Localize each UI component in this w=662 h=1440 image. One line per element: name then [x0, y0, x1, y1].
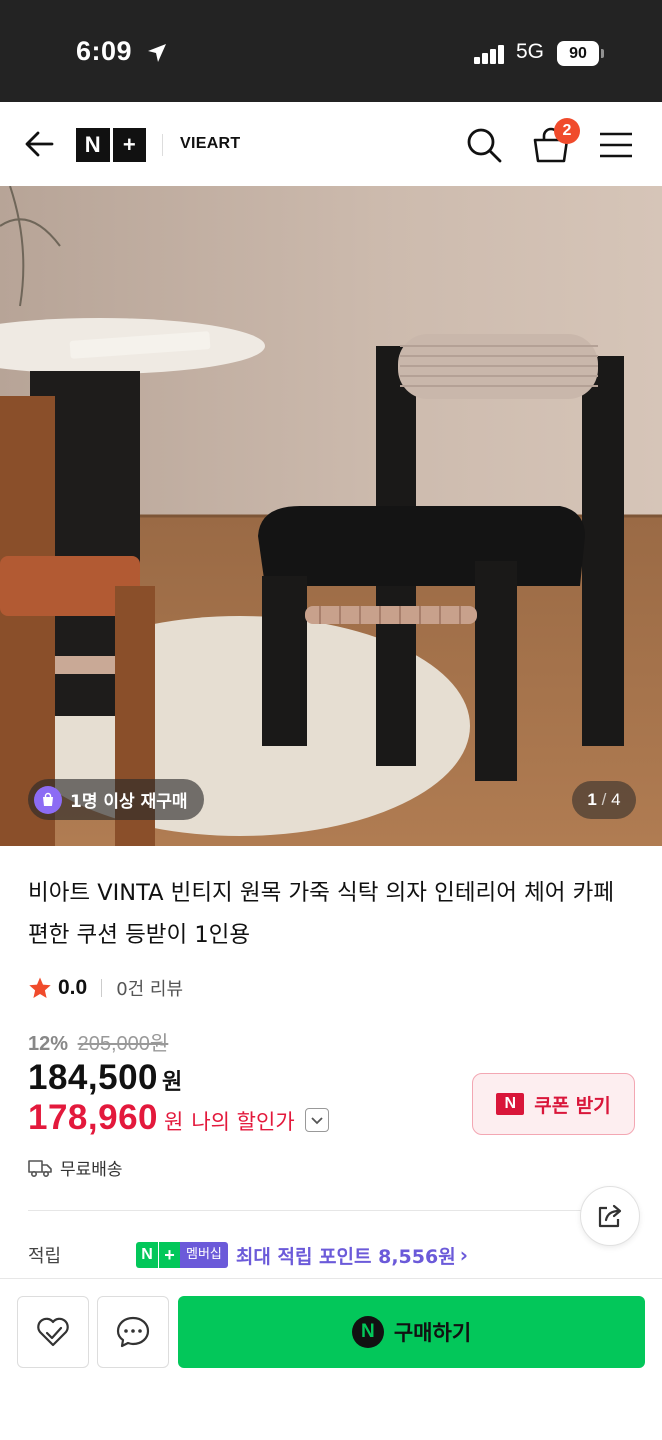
naver-n-icon: N: [496, 1093, 525, 1115]
location-arrow-icon: [148, 44, 166, 62]
wishlist-button[interactable]: [17, 1296, 89, 1368]
max-points-text: 최대 적립 포인트 8,556원: [235, 1245, 456, 1268]
logo-n: N: [84, 132, 101, 157]
membership-text: 멤버십: [180, 1242, 228, 1268]
image-counter-separator: /: [601, 790, 607, 809]
repurchase-text: 1명 이상 재구매: [70, 792, 188, 812]
status-bar: 6:09 5G 90: [0, 0, 662, 102]
star-icon: [29, 977, 51, 998]
naver-plus-logo[interactable]: N +: [76, 128, 146, 162]
image-current-index: 1: [587, 790, 597, 809]
battery-indicator: 90: [557, 41, 599, 66]
shipping-row: 무료배송: [28, 1155, 123, 1180]
points-row[interactable]: 적립 N + 멤버십 최대 적립 포인트 8,556원 ›: [28, 1240, 634, 1270]
product-title: 비아트 VINTA 빈티지 원목 가죽 식탁 의자 인테리어 체어 카페 편한 …: [28, 880, 615, 948]
product-image[interactable]: [0, 186, 662, 846]
membership-plus: +: [158, 1242, 180, 1268]
chat-bubble-icon: [116, 1316, 150, 1348]
header-separator: [162, 134, 163, 156]
status-time: 6:09: [76, 36, 133, 66]
naver-plus-membership-badge: N + 멤버십: [136, 1242, 228, 1268]
discount-row: 12% 205,000원: [28, 1027, 168, 1056]
app-header: N + VIEART: [0, 102, 662, 186]
share-button[interactable]: [580, 1186, 640, 1246]
sale-price: 184,500: [28, 1058, 159, 1097]
points-label: 적립: [28, 1246, 62, 1267]
back-arrow-icon[interactable]: [22, 126, 58, 162]
battery-cap: [601, 49, 604, 58]
rating-separator: [101, 979, 103, 997]
coupon-label: 쿠폰 받기: [534, 1094, 611, 1117]
talk-button[interactable]: [97, 1296, 169, 1368]
buy-button[interactable]: N 구매하기: [178, 1296, 645, 1368]
store-name[interactable]: VIEART: [180, 135, 240, 153]
price-unit: 원: [162, 1070, 183, 1095]
logo-plus: +: [122, 132, 136, 157]
member-price-row[interactable]: 178,960 원 나의 할인가: [28, 1098, 329, 1138]
member-price-unit: 원: [164, 1110, 184, 1134]
original-price: 205,000원: [77, 1033, 169, 1055]
image-total: 4: [611, 790, 621, 809]
chevron-down-icon[interactable]: [304, 1108, 329, 1132]
section-divider: [28, 1210, 634, 1211]
menu-icon[interactable]: [598, 130, 634, 160]
heart-check-icon: [37, 1317, 69, 1347]
buy-label: 구매하기: [393, 1321, 472, 1345]
membership-n: N: [136, 1242, 158, 1268]
shopping-bag-icon: [34, 785, 62, 814]
member-price-label: 나의 할인가: [191, 1110, 295, 1134]
naver-n-circle-icon: N: [351, 1316, 384, 1348]
coupon-button[interactable]: N 쿠폰 받기: [472, 1073, 635, 1135]
cellular-signal-icon: [474, 44, 506, 64]
cart-count-badge: 2: [554, 118, 580, 144]
bottom-action-bar: N 구매하기: [0, 1278, 662, 1440]
price-row: 184,500 원: [28, 1058, 182, 1098]
network-type: 5G: [516, 40, 545, 63]
image-counter: 1 / 4: [572, 781, 636, 819]
rating-value: 0.0: [58, 976, 88, 999]
search-icon[interactable]: [465, 126, 503, 164]
truck-icon: [28, 1159, 52, 1177]
chair-illustration: [0, 186, 662, 846]
member-price: 178,960: [28, 1098, 159, 1137]
repurchase-badge: 1명 이상 재구매: [28, 779, 204, 820]
shipping-text: 무료배송: [60, 1160, 123, 1180]
share-icon: [598, 1204, 622, 1228]
discount-rate: 12%: [28, 1033, 69, 1055]
chevron-right-icon: ›: [459, 1243, 468, 1267]
rating-row[interactable]: 0.0 0건 리뷰: [28, 975, 183, 1001]
review-count[interactable]: 0건 리뷰: [116, 975, 183, 1001]
